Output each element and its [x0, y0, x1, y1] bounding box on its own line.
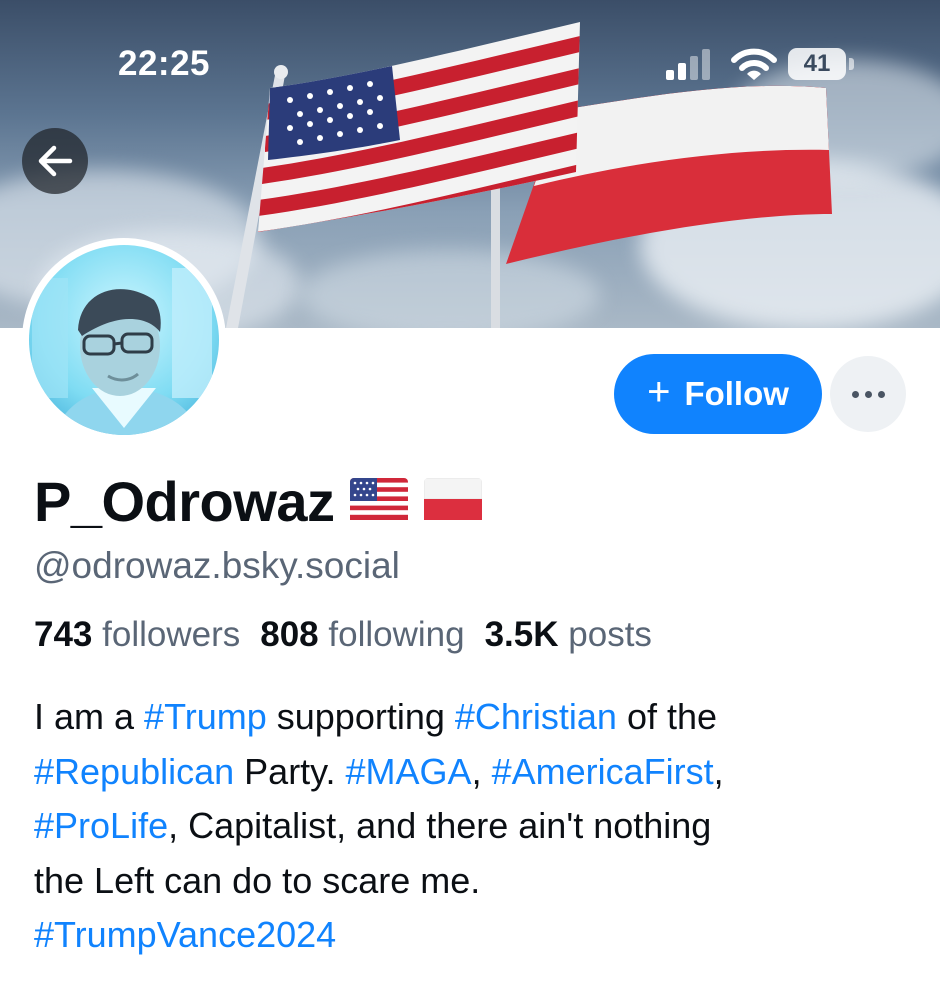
more-options-button[interactable] [830, 356, 906, 432]
bio-text: , Capitalist, and there ain't nothing [168, 805, 712, 846]
status-time: 22:25 [118, 44, 211, 83]
hashtag-link[interactable]: #AmericaFirst [492, 751, 714, 792]
follow-button[interactable]: + Follow [614, 354, 822, 434]
hashtag-link[interactable]: #TrumpVance2024 [34, 914, 336, 955]
followers-count: 743 [34, 615, 93, 654]
profile-stats: 743 followers 808 following 3.5K posts [34, 615, 652, 655]
bio-line: #TrumpVance2024 [34, 908, 914, 963]
back-button[interactable] [22, 128, 88, 194]
united-states-flag-icon [350, 477, 409, 525]
bio-line: #ProLife, Capitalist, and there ain't no… [34, 799, 914, 854]
hashtag-link[interactable]: #Christian [455, 696, 617, 737]
cellular-signal-icon [666, 49, 710, 80]
bio-line: I am a #Trump supporting #Christian of t… [34, 690, 914, 745]
following-label: following [328, 615, 465, 654]
status-icons: 41 [664, 48, 864, 82]
posts-label: posts [568, 615, 652, 654]
profile-bio: I am a #Trump supporting #Christian of t… [34, 690, 914, 963]
hashtag-link[interactable]: #Republican [34, 751, 234, 792]
bio-text: , [471, 750, 492, 792]
ellipsis-icon-dot [878, 391, 885, 398]
battery-icon: 41 [788, 48, 846, 80]
following-count: 808 [260, 615, 319, 654]
hashtag-link[interactable]: #MAGA [346, 751, 472, 792]
display-name: P_Odrowaz [34, 469, 335, 533]
posts-stat: 3.5K posts [485, 615, 652, 654]
bio-line: #Republican Party. #MAGA, #AmericaFirst, [34, 745, 914, 800]
avatar[interactable] [22, 238, 226, 442]
wifi-icon [731, 48, 777, 80]
hashtag-link[interactable]: #ProLife [34, 805, 168, 846]
battery-cap [849, 58, 854, 70]
ellipsis-icon [852, 391, 859, 398]
avatar-photo [29, 245, 219, 435]
name-row: P_Odrowaz [34, 466, 483, 536]
bio-text: I am a [34, 696, 145, 737]
plus-icon: + [647, 370, 671, 414]
followers-label: followers [102, 615, 241, 654]
poland-flag-icon [424, 477, 483, 525]
posts-count: 3.5K [484, 615, 559, 654]
hashtag-link[interactable]: #Trump [144, 696, 267, 737]
bio-text: supporting [266, 696, 455, 737]
arrow-left-icon [38, 145, 73, 177]
follow-label: Follow [684, 375, 789, 412]
bio-text: the Left can do to scare me. [34, 859, 481, 901]
bio-line: the Left can do to scare me. [34, 854, 914, 909]
followers-link[interactable]: 743 followers [34, 615, 240, 654]
following-link[interactable]: 808 following [260, 615, 464, 654]
bio-text: of the [616, 696, 718, 737]
ellipsis-icon-dot [865, 391, 872, 398]
user-handle[interactable]: @odrowaz.bsky.social [34, 545, 400, 587]
bio-text: , [713, 750, 724, 792]
bio-text: Party. [234, 750, 346, 792]
